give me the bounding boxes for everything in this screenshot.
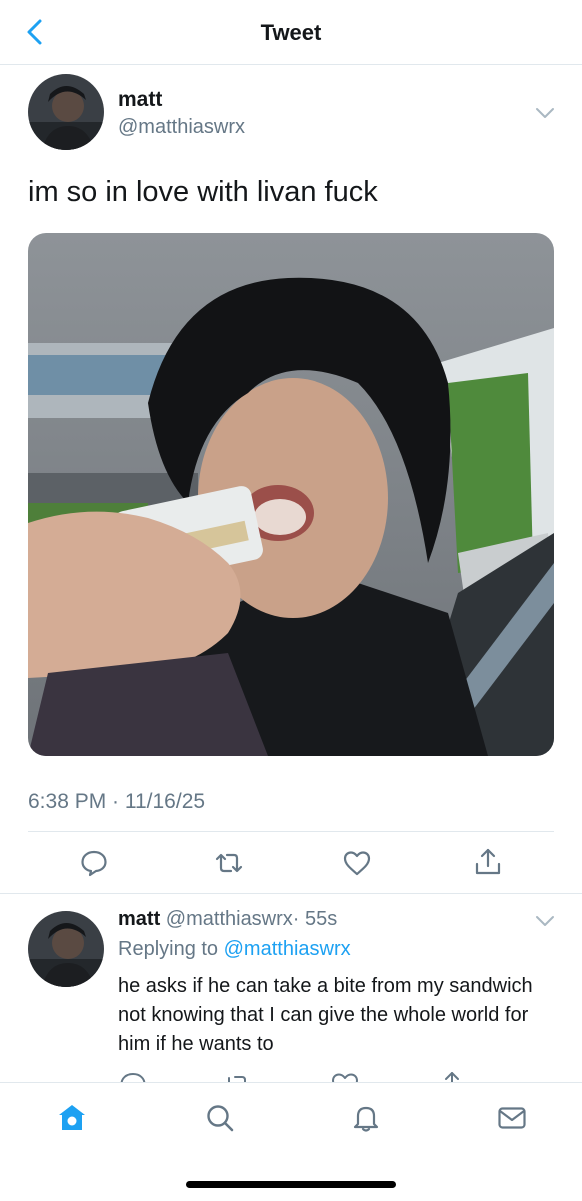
search-icon[interactable] [204, 1102, 236, 1134]
share-icon[interactable] [473, 847, 503, 877]
home-indicator [186, 1181, 396, 1188]
tweet-photo [28, 233, 554, 756]
divider [0, 893, 582, 894]
retweet-icon[interactable] [214, 848, 244, 878]
replying-to-line: Replying to @matthiaswrx [118, 938, 351, 961]
avatar[interactable] [28, 74, 104, 150]
author-name[interactable]: matt [118, 88, 162, 112]
avatar-photo [28, 911, 104, 987]
divider [28, 831, 554, 832]
reply-text: he asks if he can take a bite from my sa… [118, 975, 533, 1055]
page-title: Tweet [260, 20, 322, 45]
tweet-timestamp: 6:38 PM · 11/16/25 [28, 790, 206, 813]
home-icon[interactable] [56, 1102, 88, 1134]
replying-to-mention-link[interactable]: @matthiaswrx [224, 938, 351, 960]
reply-comment-icon[interactable] [79, 848, 109, 878]
reply-header: matt @matthiaswrx· 55s [118, 908, 337, 931]
reply-author-name[interactable]: matt [118, 908, 160, 930]
avatar-photo [28, 74, 104, 150]
tweet-options-chevron-down-icon[interactable] [534, 106, 556, 120]
like-heart-icon[interactable] [342, 848, 372, 878]
reply-age: · 55s [292, 908, 338, 930]
notifications-bell-icon[interactable] [350, 1102, 382, 1134]
tweet-media-image[interactable] [28, 233, 554, 756]
replying-to-label: Replying to [118, 938, 219, 960]
reply-author-handle[interactable]: @matthiaswrx [166, 908, 293, 930]
reply-avatar[interactable] [28, 911, 104, 987]
tweet-text: im so in love with livan fuck [28, 176, 378, 208]
messages-mail-icon[interactable] [496, 1102, 528, 1134]
top-nav-bar: Tweet [0, 0, 582, 65]
reply-options-chevron-down-icon[interactable] [534, 914, 556, 928]
author-handle[interactable]: @matthiaswrx [118, 116, 245, 139]
